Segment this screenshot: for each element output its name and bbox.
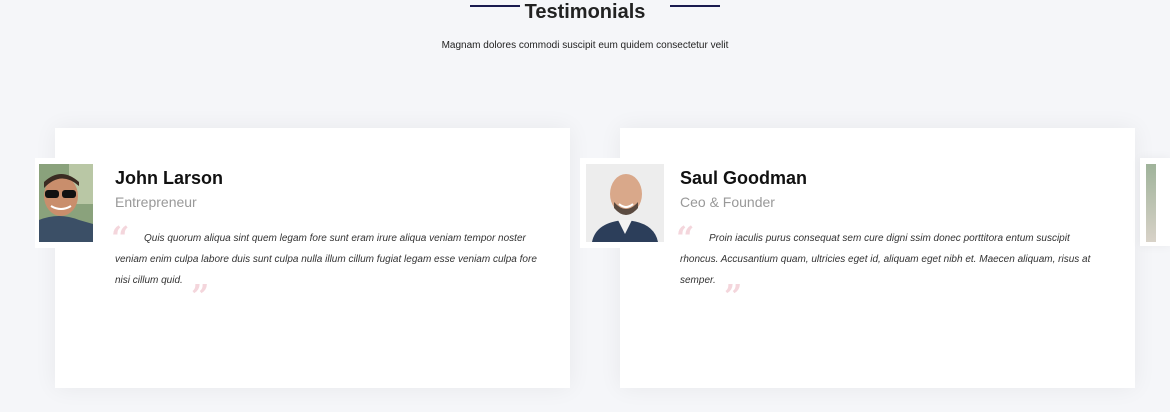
testimonial-card: John Larson Entrepreneur “ Quis quorum a… xyxy=(35,128,570,388)
section-subtitle: Magnam dolores commodi suscipit eum quid… xyxy=(441,40,729,51)
testimonial-quote: Proin iaculis purus consequat sem cure d… xyxy=(680,233,1091,286)
quote-close-icon: ” xyxy=(191,277,210,315)
person-role: Ceo & Founder xyxy=(680,194,775,210)
title-decor-line-right xyxy=(670,5,720,7)
person-name: John Larson xyxy=(115,168,224,188)
person-role: Entrepreneur xyxy=(115,194,197,210)
section-header: Testimonials xyxy=(0,0,1170,24)
man-sunglasses-photo-icon xyxy=(39,164,93,242)
avatar xyxy=(586,164,664,242)
section-title: Testimonials xyxy=(524,1,646,23)
next-testimonial-avatar-partial xyxy=(1140,158,1170,246)
testimonial-quote: Quis quorum aliqua sint quem legam fore … xyxy=(115,233,537,286)
testimonial-card: Saul Goodman Ceo & Founder “ Proin iacul… xyxy=(580,128,1135,388)
avatar-frame xyxy=(580,158,670,248)
avatar-frame xyxy=(35,158,99,248)
person-name: Saul Goodman xyxy=(680,168,808,188)
avatar-partial-photo xyxy=(1146,164,1156,242)
quote-close-icon: ” xyxy=(724,277,743,315)
avatar xyxy=(39,164,93,242)
bald-man-smiling-photo-icon xyxy=(586,164,664,242)
